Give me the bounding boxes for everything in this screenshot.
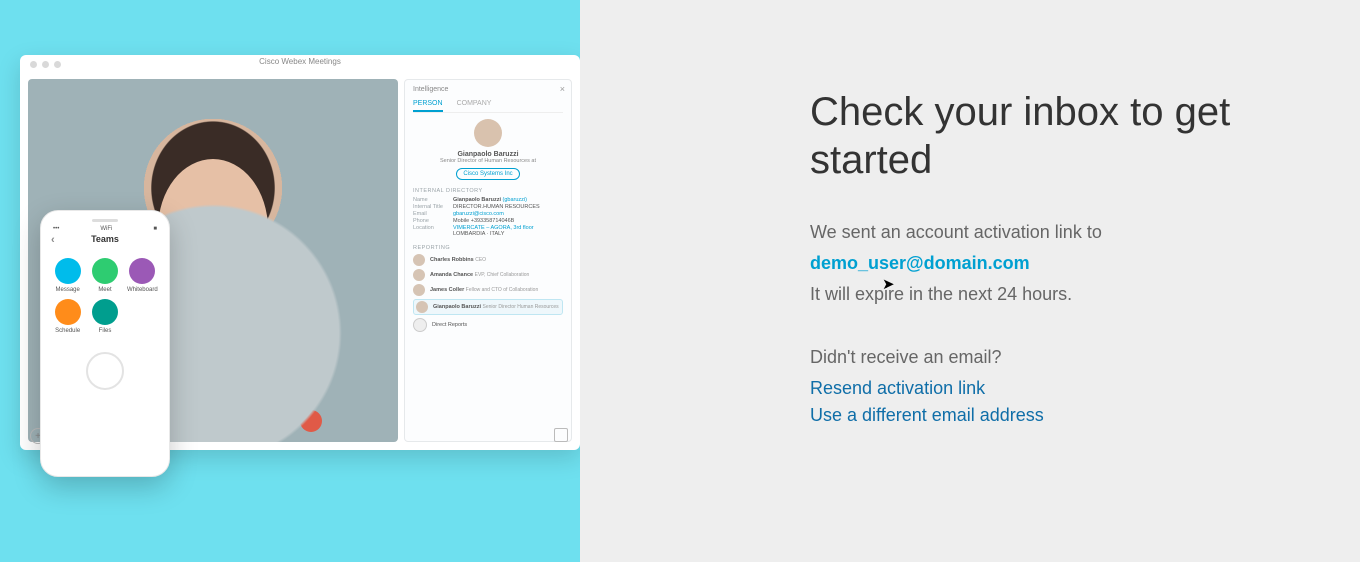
phone-title: Teams <box>91 234 119 244</box>
person-name: Gianpaolo Baruzzi <box>413 151 563 158</box>
grid-item-meet[interactable]: Meet <box>88 258 121 293</box>
dir-label: Name <box>413 197 447 203</box>
report-row: Direct Reports <box>413 318 563 332</box>
dir-value: Mobile +393358714046B <box>453 218 514 224</box>
sent-text: We sent an account activation link to <box>810 222 1300 243</box>
tool-icon[interactable] <box>244 410 266 432</box>
tab-company[interactable]: COMPANY <box>457 97 492 112</box>
phone-header: ‹ Teams <box>41 234 169 244</box>
report-row-active: Gianpaolo Baruzzi Senior Director Human … <box>413 299 563 315</box>
activation-panel: Check your inbox to get started We sent … <box>580 0 1360 562</box>
expire-text: It will expire in the next 24 hours. <box>810 284 1300 305</box>
grid-item-whiteboard[interactable]: Whiteboard <box>126 258 159 293</box>
close-icon[interactable]: × <box>560 84 565 94</box>
grid-item-message[interactable]: Message <box>51 258 84 293</box>
report-row: James Coller Fellow and CTO of Collabora… <box>413 284 563 296</box>
grid-item-schedule[interactable]: Schedule <box>51 299 84 334</box>
activation-email: demo_user@domain.com <box>810 253 1300 274</box>
resend-link[interactable]: Resend activation link <box>810 378 1300 399</box>
person-avatar <box>474 119 502 147</box>
dir-value: Gianpaolo Baruzzi (gbaruzzi) <box>453 197 527 203</box>
end-call-icon[interactable] <box>300 410 322 432</box>
dir-label: Phone <box>413 218 447 224</box>
wifi-icon: WiFi <box>100 226 112 232</box>
tab-person[interactable]: PERSON <box>413 97 443 112</box>
different-email-link[interactable]: Use a different email address <box>810 405 1300 426</box>
panel-tabs: PERSON COMPANY <box>413 97 563 113</box>
expand-icon[interactable] <box>554 428 568 442</box>
page-root: Cisco Webex Meetings Lu <box>0 0 1360 562</box>
phone-mockup: ••• WiFi ■ ‹ Teams Message Meet Whiteboa… <box>40 210 170 477</box>
report-row: Charles Robbins CEO <box>413 254 563 266</box>
tool-icon[interactable] <box>188 410 210 432</box>
person-subtitle: Senior Director of Human Resources at <box>413 158 563 164</box>
dir-value: gbaruzzi@cisco.com <box>453 211 504 217</box>
dir-value: DIRECTOR.HUMAN RESOURCES <box>453 204 540 210</box>
promo-panel: Cisco Webex Meetings Lu <box>0 0 580 562</box>
teams-grid: Message Meet Whiteboard Schedule Files <box>41 244 169 334</box>
dir-label: Internal Title <box>413 204 447 210</box>
dir-label: Location <box>413 225 447 237</box>
no-email-text: Didn't receive an email? <box>810 347 1300 368</box>
panel-heading: Intelligence <box>413 86 563 93</box>
dir-label: Email <box>413 211 447 217</box>
tool-icon[interactable] <box>216 410 238 432</box>
battery-icon: ■ <box>153 226 157 232</box>
section-header: INTERNAL DIRECTORY <box>413 188 563 194</box>
section-header: REPORTING <box>413 245 563 251</box>
home-button[interactable] <box>86 352 124 390</box>
company-chip[interactable]: Cisco Systems Inc <box>456 168 519 180</box>
grid-item-files[interactable]: Files <box>88 299 121 334</box>
page-title: Check your inbox to get started <box>810 88 1300 184</box>
window-title: Cisco Webex Meetings <box>20 57 580 66</box>
intelligence-panel: × Intelligence PERSON COMPANY Gianpaolo … <box>404 79 572 442</box>
dir-value: VIMERCATE – AGORA, 3rd floorLOMBARDIA · … <box>453 225 534 237</box>
signal-icon: ••• <box>53 226 59 232</box>
phone-statusbar: ••• WiFi ■ <box>41 226 169 232</box>
tool-icon[interactable] <box>272 410 294 432</box>
back-icon[interactable]: ‹ <box>51 234 55 246</box>
report-row: Amanda Chance EVP, Chief Collaboration <box>413 269 563 281</box>
